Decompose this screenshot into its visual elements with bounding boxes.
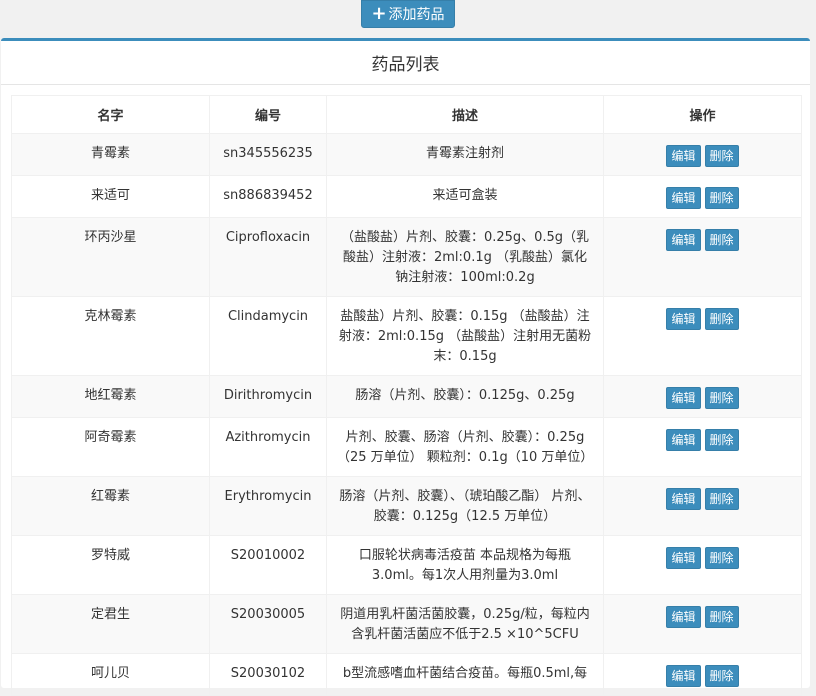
edit-button[interactable]: 编辑 [666,547,701,569]
edit-button[interactable]: 编辑 [666,308,701,330]
edit-button[interactable]: 编辑 [666,429,701,451]
cell-description: b型流感嗜血杆菌结合疫苗。每瓶0.5ml,每 [326,653,604,696]
cell-description: 口服轮状病毒活疫苗 本品规格为每瓶3.0ml。每1次人用剂量为3.0ml [326,535,604,595]
cell-code: S20010002 [209,535,327,595]
header-actions: 操作 [603,95,802,134]
cell-name: 罗特威 [11,535,210,595]
cell-actions: 编辑 删除 [603,217,802,297]
cell-description: 来适可盒装 [326,175,604,218]
table-row: 克林霉素 Clindamycin 盐酸盐）片剂、胶囊：0.15g （盐酸盐）注射液：… [11,296,802,376]
plus-icon: + [371,3,387,24]
header-description: 描述 [326,95,604,134]
cell-code: sn345556235 [209,133,327,176]
cell-description: （盐酸盐）片剂、胶囊：0.25g、0.5g（乳酸盐）注射液：2ml:0.1g （… [326,217,604,297]
table-row: 定君生 S20030005 阴道用乳杆菌活菌胶囊，0.25g/粒，每粒内含乳杆菌活菌… [11,594,802,654]
header-code: 编号 [209,95,327,134]
table-header-row: 名字 编号 描述 操作 [11,95,802,134]
cell-description: 青霉素注射剂 [326,133,604,176]
cell-description: 盐酸盐）片剂、胶囊：0.15g （盐酸盐）注射液：2ml:0.15g （盐酸盐）… [326,296,604,376]
table-row: 呵儿贝 S20030102 b型流感嗜血杆菌结合疫苗。每瓶0.5ml,每 编辑 删除 [11,653,802,696]
medicine-table: 名字 编号 描述 操作 青霉素 sn345556235 青霉素注射剂 编辑 删除 来适可 s… [11,95,802,696]
add-medicine-button[interactable]: + 添加药品 [361,0,455,28]
delete-button[interactable]: 删除 [704,606,739,628]
cell-code: Ciprofloxacin [209,217,327,297]
edit-button[interactable]: 编辑 [666,229,701,251]
cell-actions: 编辑 删除 [603,296,802,376]
cell-actions: 编辑 删除 [603,535,802,595]
edit-button[interactable]: 编辑 [666,387,701,409]
edit-button[interactable]: 编辑 [666,187,701,209]
table-row: 地红霉素 Dirithromycin 肠溶（片剂、胶囊）：0.125g、0.25g 编… [11,375,802,418]
top-toolbar: + 添加药品 [0,0,816,38]
cell-description: 肠溶（片剂、胶囊）：0.125g、0.25g [326,375,604,418]
cell-name: 阿奇霉素 [11,417,210,477]
cell-actions: 编辑 删除 [603,653,802,696]
edit-button[interactable]: 编辑 [666,665,701,687]
table-row: 罗特威 S20010002 口服轮状病毒活疫苗 本品规格为每瓶3.0ml。每1次人用… [11,535,802,595]
cell-name: 定君生 [11,594,210,654]
delete-button[interactable]: 删除 [704,229,739,251]
medicine-table-wrap: 名字 编号 描述 操作 青霉素 sn345556235 青霉素注射剂 编辑 删除 来适可 s… [11,95,802,696]
cell-description: 肠溶（片剂、胶囊）、（琥珀酸乙酯） 片剂、胶囊：0.125g（12.5 万单位） [326,476,604,536]
cell-code: Erythromycin [209,476,327,536]
table-row: 来适可 sn886839452 来适可盒装 编辑 删除 [11,175,802,218]
delete-button[interactable]: 删除 [704,488,739,510]
cell-name: 红霉素 [11,476,210,536]
edit-button[interactable]: 编辑 [666,606,701,628]
cell-name: 来适可 [11,175,210,218]
medicine-list-panel: 药品列表 名字 编号 描述 操作 青霉素 sn345556235 青霉素注射剂 编辑删… [1,38,810,696]
cell-code: Dirithromycin [209,375,327,418]
cell-description: 阴道用乳杆菌活菌胶囊，0.25g/粒，每粒内含乳杆菌活菌应不低于2.5 ×10^… [326,594,604,654]
cell-code: Clindamycin [209,296,327,376]
cell-actions: 编辑 删除 [603,417,802,477]
table-row: 青霉素 sn345556235 青霉素注射剂 编辑 删除 [11,133,802,176]
cell-name: 青霉素 [11,133,210,176]
cell-name: 呵儿贝 [11,653,210,696]
edit-button[interactable]: 编辑 [666,145,701,167]
cell-actions: 编辑 删除 [603,375,802,418]
delete-button[interactable]: 删除 [704,429,739,451]
cell-name: 克林霉素 [11,296,210,376]
cell-name: 环丙沙星 [11,217,210,297]
cell-code: S20030005 [209,594,327,654]
cell-actions: 编辑 删除 [603,133,802,176]
table-row: 阿奇霉素 Azithromycin 片剂、胶囊、肠溶（片剂、胶囊）：0.25g（25… [11,417,802,477]
cell-actions: 编辑 删除 [603,476,802,536]
delete-button[interactable]: 删除 [704,665,739,687]
delete-button[interactable]: 删除 [704,187,739,209]
cell-description: 片剂、胶囊、肠溶（片剂、胶囊）：0.25g（25 万单位） 颗粒剂：0.1g（1… [326,417,604,477]
table-row: 红霉素 Erythromycin 肠溶（片剂、胶囊）、（琥珀酸乙酯） 片剂、胶囊：0… [11,476,802,536]
delete-button[interactable]: 删除 [704,387,739,409]
cell-code: sn886839452 [209,175,327,218]
panel-title: 药品列表 [1,41,810,85]
delete-button[interactable]: 删除 [704,547,739,569]
cell-code: Azithromycin [209,417,327,477]
table-row: 环丙沙星 Ciprofloxacin （盐酸盐）片剂、胶囊：0.25g、0.5g（乳… [11,217,802,297]
cell-code: S20030102 [209,653,327,696]
edit-button[interactable]: 编辑 [666,488,701,510]
cell-name: 地红霉素 [11,375,210,418]
header-name: 名字 [11,95,210,134]
cell-actions: 编辑 删除 [603,594,802,654]
delete-button[interactable]: 删除 [704,145,739,167]
cell-actions: 编辑 删除 [603,175,802,218]
add-medicine-label: 添加药品 [388,7,445,23]
delete-button[interactable]: 删除 [704,308,739,330]
